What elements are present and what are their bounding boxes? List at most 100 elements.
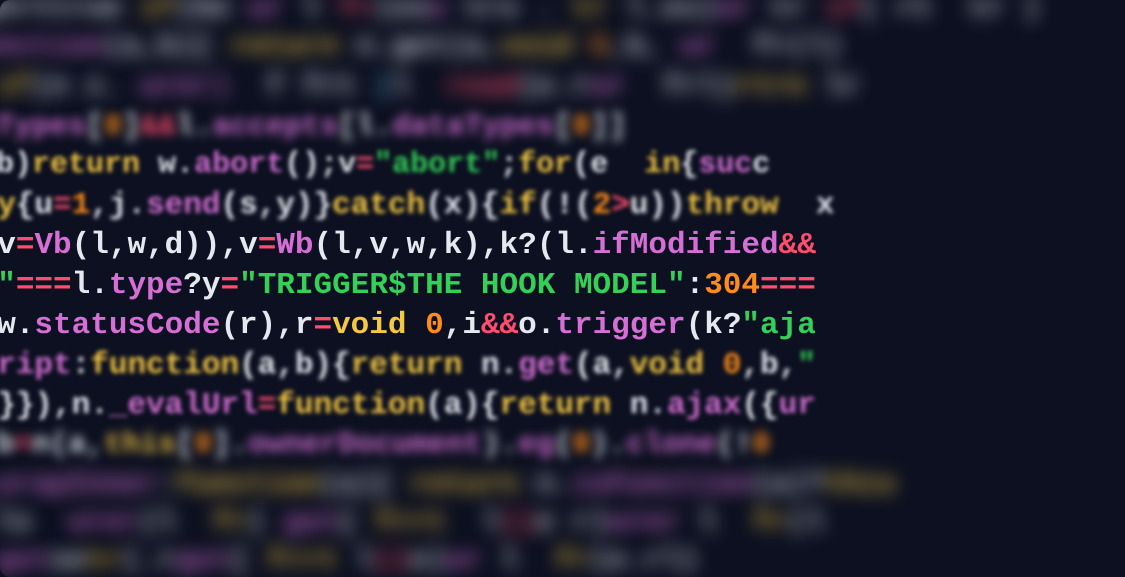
code-token: in	[644, 148, 680, 182]
code-token: Script	[0, 348, 72, 383]
code-line-2: r if(n z. wrer) f frt |l read(e.rwr frl)…	[0, 72, 1125, 102]
code-token: tr	[572, 0, 608, 26]
code-token: u))	[630, 188, 686, 223]
code-token: n(a,	[32, 428, 104, 462]
code-line-10: )}}}),n._evalUrl=function(a){return n.aj…	[0, 390, 1125, 421]
code-token: :	[72, 348, 91, 383]
code-token: =	[258, 388, 277, 423]
code-token: {u	[16, 188, 53, 223]
code-lines-container: .ghrttrwe if(be wr l fr(esw trs . tr l.e…	[0, 0, 1125, 577]
code-token: wr	[248, 0, 284, 26]
code-token: for	[518, 148, 572, 182]
code-token: =	[313, 308, 332, 343]
code-token: ),w.	[0, 308, 34, 343]
code-token: b	[0, 428, 14, 462]
code-token: (v	[0, 228, 16, 263]
code-token: n.	[518, 468, 572, 502]
code-token: void	[332, 308, 406, 343]
code-token: suc	[698, 148, 752, 182]
code-token: (a){	[425, 388, 499, 423]
code-token: =	[16, 228, 35, 263]
code-token: 0	[104, 110, 122, 144]
code-token: .ghrttrwe	[0, 0, 140, 26]
code-token: {	[338, 506, 374, 540]
code-line-11: r b=n(a,this[0].ownerDocument).eg(0).clo…	[0, 430, 1125, 460]
code-token: 0	[572, 428, 590, 462]
code-token: tr	[752, 0, 824, 26]
code-token: accepts	[212, 110, 338, 144]
code-token: (!(	[537, 188, 593, 223]
code-token: 1	[72, 188, 91, 223]
code-token: fr	[554, 544, 590, 577]
code-token: [	[176, 428, 194, 462]
code-token: ]]	[590, 110, 626, 144]
code-token: catch	[332, 188, 425, 223]
code-token: "TRIGGER$THE HOOK MODEL"	[239, 268, 685, 303]
code-token: (l	[140, 506, 212, 540]
code-token: (be	[176, 0, 248, 26]
code-token: Wb	[276, 228, 313, 263]
code-line-7: AD"===l.type?y="TRIGGER$THE HOOK MODEL":…	[0, 270, 1125, 301]
code-token: type	[109, 268, 183, 303]
code-token: f frt	[230, 70, 374, 104]
code-token: rtrn	[734, 70, 806, 104]
code-token: return	[230, 30, 338, 64]
code-token: ===	[760, 268, 816, 303]
code-token: (s,y)}	[220, 188, 332, 223]
code-token: l	[482, 544, 554, 577]
code-token: (n z.	[32, 70, 140, 104]
code-token: function	[90, 348, 239, 383]
code-token: l	[284, 0, 338, 26]
code-token: e r)	[536, 506, 608, 540]
code-token: (k?	[686, 308, 742, 343]
code-token: return	[351, 348, 463, 383]
code-token: ,b,	[741, 348, 797, 383]
code-token: ]	[122, 110, 140, 144]
code-token: l.	[72, 268, 109, 303]
code-token: frrt	[266, 544, 338, 577]
code-token: >	[611, 188, 630, 223]
code-token: 0	[194, 428, 212, 462]
code-token: (!	[716, 428, 752, 462]
code-token: ,j.	[90, 188, 146, 223]
code-token: 2	[593, 188, 612, 223]
code-token: wrer	[68, 506, 140, 540]
code-token: l	[680, 506, 752, 540]
code-token: l	[392, 70, 446, 104]
code-token: (a,	[574, 348, 630, 383]
code-token: ||	[374, 544, 410, 577]
code-token: ();v	[284, 148, 356, 182]
code-line-5: try{u=1,j.send(s,y)}catch(x){if(!(2>u))t…	[0, 190, 1125, 221]
code-token: (e.r	[518, 70, 590, 104]
code-token: function	[0, 30, 104, 64]
code-token: _evalUrl	[109, 388, 258, 423]
code-token: n.	[462, 348, 518, 383]
code-token: n.get(a,	[338, 30, 500, 64]
code-token: (l,v,w,k),k?(l.	[314, 228, 593, 263]
code-token: fr	[212, 506, 248, 540]
code-token: clone	[626, 428, 716, 462]
code-token: :	[686, 268, 705, 303]
code-token: "aja	[741, 308, 815, 343]
code-token: function	[276, 388, 425, 423]
code-token	[572, 30, 590, 64]
code-token: (.r	[122, 544, 176, 577]
code-token: se	[50, 544, 86, 577]
code-token: &&	[140, 110, 176, 144]
code-token: ,b,	[608, 30, 680, 64]
code-token: return	[32, 148, 140, 182]
code-token: tr	[86, 544, 122, 577]
code-token: statusCode	[34, 308, 220, 343]
code-token: if	[824, 0, 860, 26]
code-token: {	[680, 148, 698, 182]
code-token: wrer)	[140, 70, 230, 104]
code-photo: .ghrttrwe if(be wr l fr(esw trs . tr l.e…	[0, 0, 1125, 577]
code-token: b)	[0, 148, 32, 182]
code-token: [	[86, 110, 104, 144]
code-token: [	[554, 110, 572, 144]
code-token: ( rt tr )	[860, 0, 1040, 26]
code-token: =	[220, 268, 239, 303]
code-token: |	[374, 70, 392, 104]
code-token: isFunction	[572, 468, 752, 502]
code-token: 0	[723, 348, 742, 383]
